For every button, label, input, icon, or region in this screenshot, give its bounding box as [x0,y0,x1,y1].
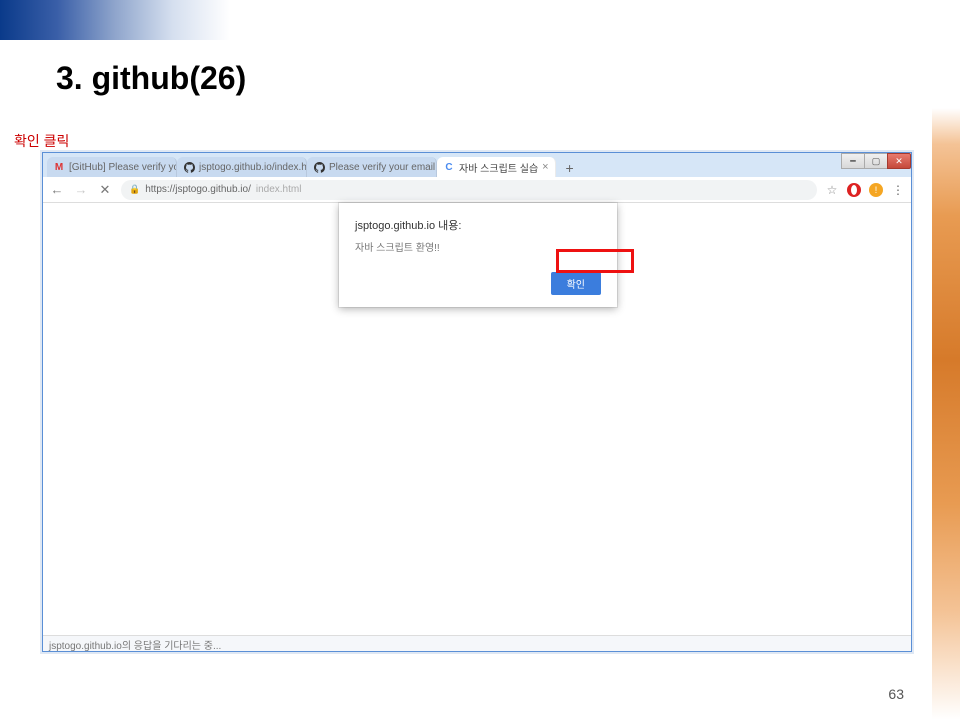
page-number: 63 [888,686,904,702]
window-controls: ━ ▢ ✕ [842,153,911,169]
page-viewport: jsptogo.github.io 내용: 자바 스크립트 환영!! 확인 [43,203,911,637]
tab-label: [GitHub] Please verify your em… [69,162,177,173]
ok-button[interactable]: 확인 [551,272,601,295]
url-input[interactable]: 🔒 https://jsptogo.github.io/index.html [121,180,817,200]
status-bar: jsptogo.github.io의 응답을 기다리는 중... [43,635,911,651]
github-icon [313,161,325,173]
url-prefix: https://jsptogo.github.io/ [145,184,251,195]
slide-title: 3. github(26) [56,60,246,97]
github-icon [183,161,195,173]
star-icon[interactable]: ☆ [825,183,839,197]
toolbar-right: ☆ ! ⋮ [825,183,905,197]
opera-icon[interactable] [847,183,861,197]
maximize-button[interactable]: ▢ [864,153,888,169]
header-gradient [0,0,230,40]
slide-note: 확인 클릭 [14,131,69,151]
stop-button[interactable]: ✕ [97,182,113,198]
back-button[interactable]: ← [49,182,65,198]
lock-icon: 🔒 [129,184,140,195]
close-tab-icon[interactable]: × [542,161,548,173]
right-gradient-bar [932,0,960,720]
tab-label: 자바 스크립트 실습 [459,160,538,175]
profile-icon[interactable]: ! [869,183,883,197]
dialog-actions: 확인 [355,272,601,295]
close-window-button[interactable]: ✕ [887,153,911,169]
new-tab-button[interactable]: + [560,159,580,177]
minimize-button[interactable]: ━ [841,153,865,169]
tab-strip: M [GitHub] Please verify your em… × jspt… [43,153,911,177]
menu-icon[interactable]: ⋮ [891,183,905,197]
javascript-alert-dialog: jsptogo.github.io 내용: 자바 스크립트 환영!! 확인 [339,203,617,307]
tab-gmail[interactable]: M [GitHub] Please verify your em… × [47,157,177,177]
address-bar: ← → ✕ 🔒 https://jsptogo.github.io/index.… [43,177,911,203]
slide: 3. github(26) 확인 클릭 ━ ▢ ✕ M [GitHub] Ple… [0,0,960,720]
tab-github-2[interactable]: Please verify your email address × [307,157,437,177]
dialog-message: 자바 스크립트 환영!! [355,239,601,254]
tab-github-1[interactable]: jsptogo.github.io/index.html at … × [177,157,307,177]
page-icon: C [443,161,455,173]
browser-window: ━ ▢ ✕ M [GitHub] Please verify your em… … [42,152,912,652]
status-text: jsptogo.github.io의 응답을 기다리는 중... [49,641,221,652]
gmail-icon: M [53,161,65,173]
tab-active[interactable]: C 자바 스크립트 실습 × [437,157,556,177]
tab-label: jsptogo.github.io/index.html at … [199,162,307,173]
url-path: index.html [256,184,302,195]
dialog-title: jsptogo.github.io 내용: [355,217,601,233]
tab-label: Please verify your email address [329,162,437,173]
forward-button[interactable]: → [73,182,89,198]
